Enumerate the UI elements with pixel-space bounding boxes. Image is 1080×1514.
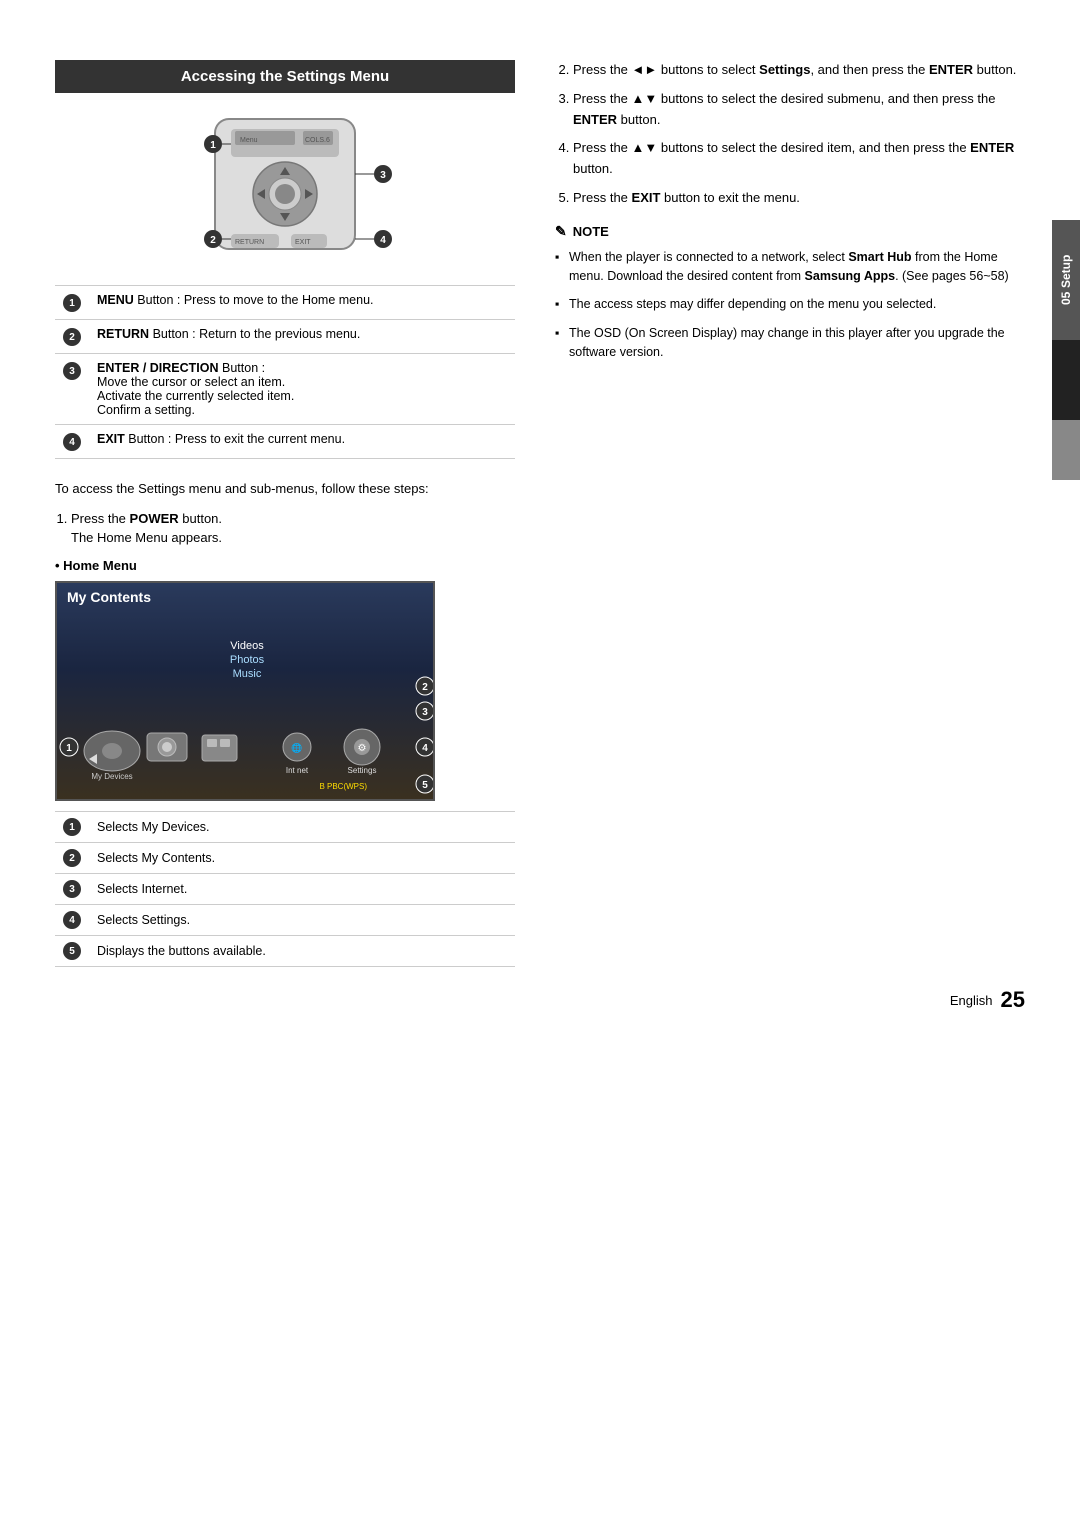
svg-text:1: 1 bbox=[210, 140, 216, 151]
footer-pagenum: 25 bbox=[1001, 987, 1025, 1013]
remote-svg: Menu COLS.6 bbox=[135, 109, 435, 269]
home-desc-4: Selects Settings. bbox=[89, 905, 515, 936]
section-title: Accessing the Settings Menu bbox=[55, 60, 515, 93]
btn-num-4: 4 bbox=[63, 433, 81, 451]
home-num-1: 1 bbox=[63, 818, 81, 836]
section-label: Setup bbox=[1059, 255, 1073, 288]
section-num: 05 bbox=[1059, 292, 1073, 305]
btn-num-2: 2 bbox=[63, 328, 81, 346]
home-desc-5: Displays the buttons available. bbox=[89, 936, 515, 967]
svg-text:🌐: 🌐 bbox=[291, 742, 302, 753]
home-table: 1 Selects My Devices. 2 Selects My Conte… bbox=[55, 811, 515, 967]
right-steps: Press the ◄► buttons to select Settings,… bbox=[555, 60, 1025, 209]
content-area: Accessing the Settings Menu Menu COLS.6 bbox=[0, 60, 1080, 967]
step-4: Press the ▲▼ buttons to select the desir… bbox=[573, 138, 1025, 180]
note-section: ✎ NOTE When the player is connected to a… bbox=[555, 223, 1025, 362]
numbered-steps: Press the ◄► buttons to select Settings,… bbox=[573, 60, 1025, 209]
svg-text:2: 2 bbox=[422, 682, 428, 693]
side-tab-dark bbox=[1052, 340, 1080, 420]
home-menu-label: • Home Menu bbox=[55, 556, 515, 576]
svg-text:⚙: ⚙ bbox=[358, 743, 367, 754]
note-bullet-3: The OSD (On Screen Display) may change i… bbox=[555, 324, 1025, 362]
note-bullet-2: The access steps may differ depending on… bbox=[555, 295, 1025, 314]
table-row: 1 Selects My Devices. bbox=[55, 812, 515, 843]
side-tab: 05 Setup bbox=[1052, 220, 1080, 340]
home-num-3: 3 bbox=[63, 880, 81, 898]
home-desc-3: Selects Internet. bbox=[89, 874, 515, 905]
note-bullets: When the player is connected to a networ… bbox=[555, 248, 1025, 362]
note-bullet-1: When the player is connected to a networ… bbox=[555, 248, 1025, 286]
btn-num-1: 1 bbox=[63, 294, 81, 312]
home-menu-illustration: My Contents Videos Photos Music My Devic… bbox=[55, 581, 435, 801]
home-menu-svg: Videos Photos Music My Devices bbox=[57, 611, 435, 796]
steps-list: Press the POWER button. The Home Menu ap… bbox=[71, 509, 515, 548]
footer-lang: English bbox=[950, 993, 993, 1008]
table-row: 1 MENU Button : Press to move to the Hom… bbox=[55, 286, 515, 320]
svg-text:Menu: Menu bbox=[240, 137, 258, 144]
btn-desc-1: MENU Button : Press to move to the Home … bbox=[89, 286, 515, 320]
table-row: 3 Selects Internet. bbox=[55, 874, 515, 905]
note-label: NOTE bbox=[573, 224, 609, 239]
step-1: Press the POWER button. The Home Menu ap… bbox=[71, 509, 515, 548]
svg-text:COLS.6: COLS.6 bbox=[305, 137, 330, 144]
svg-text:Videos: Videos bbox=[230, 640, 264, 652]
home-num-4: 4 bbox=[63, 911, 81, 929]
table-row: 2 RETURN Button : Return to the previous… bbox=[55, 320, 515, 354]
svg-text:EXIT: EXIT bbox=[295, 239, 311, 246]
page-footer: English 25 bbox=[0, 967, 1080, 1023]
btn-num-3: 3 bbox=[63, 362, 81, 380]
right-column: Press the ◄► buttons to select Settings,… bbox=[545, 60, 1025, 967]
step-2: Press the ◄► buttons to select Settings,… bbox=[573, 60, 1025, 81]
svg-text:2: 2 bbox=[210, 235, 216, 246]
table-row: 5 Displays the buttons available. bbox=[55, 936, 515, 967]
button-table: 1 MENU Button : Press to move to the Hom… bbox=[55, 285, 515, 459]
home-num-2: 2 bbox=[63, 849, 81, 867]
svg-text:Settings: Settings bbox=[348, 766, 377, 775]
svg-text:3: 3 bbox=[380, 170, 386, 181]
svg-text:5: 5 bbox=[422, 780, 428, 791]
step-5: Press the EXIT button to exit the menu. bbox=[573, 188, 1025, 209]
svg-text:Music: Music bbox=[233, 668, 262, 680]
svg-text:RETURN: RETURN bbox=[235, 239, 264, 246]
step-3: Press the ▲▼ buttons to select the desir… bbox=[573, 89, 1025, 131]
steps-intro: To access the Settings menu and sub-menu… bbox=[55, 479, 515, 499]
btn-desc-3: ENTER / DIRECTION Button : Move the curs… bbox=[89, 354, 515, 425]
home-desc-1: Selects My Devices. bbox=[89, 812, 515, 843]
svg-text:My Devices: My Devices bbox=[91, 772, 132, 781]
left-column: Accessing the Settings Menu Menu COLS.6 bbox=[55, 60, 515, 967]
side-tab-gray bbox=[1052, 420, 1080, 480]
home-desc-2: Selects My Contents. bbox=[89, 843, 515, 874]
section-title-text: Accessing the Settings Menu bbox=[181, 68, 389, 85]
btn-desc-2: RETURN Button : Return to the previous m… bbox=[89, 320, 515, 354]
table-row: 4 Selects Settings. bbox=[55, 905, 515, 936]
svg-text:4: 4 bbox=[422, 743, 428, 754]
svg-text:B PBC(WPS): B PBC(WPS) bbox=[319, 782, 367, 791]
page-container: 05 Setup Accessing the Settings Menu bbox=[0, 0, 1080, 1514]
note-icon: ✎ bbox=[555, 223, 567, 240]
svg-text:4: 4 bbox=[380, 235, 386, 246]
remote-illustration: Menu COLS.6 bbox=[135, 109, 435, 269]
btn-desc-4: EXIT Button : Press to exit the current … bbox=[89, 425, 515, 459]
home-menu-title: My Contents bbox=[57, 583, 433, 611]
table-row: 4 EXIT Button : Press to exit the curren… bbox=[55, 425, 515, 459]
svg-text:3: 3 bbox=[422, 707, 428, 718]
svg-text:Photos: Photos bbox=[230, 654, 265, 666]
svg-text:Int net: Int net bbox=[286, 766, 309, 775]
svg-text:1: 1 bbox=[66, 743, 72, 754]
home-num-5: 5 bbox=[63, 942, 81, 960]
table-row: 3 ENTER / DIRECTION Button : Move the cu… bbox=[55, 354, 515, 425]
table-row: 2 Selects My Contents. bbox=[55, 843, 515, 874]
note-title: ✎ NOTE bbox=[555, 223, 1025, 240]
